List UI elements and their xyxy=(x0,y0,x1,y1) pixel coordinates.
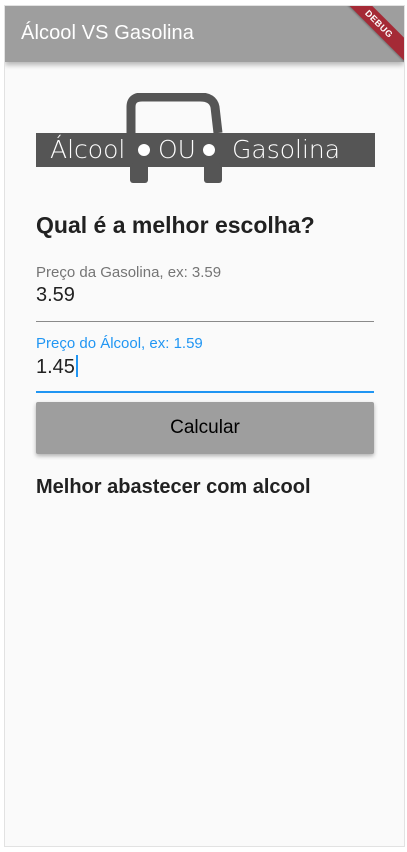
gasolina-price-value[interactable]: 3.59 xyxy=(36,284,75,307)
alcool-price-input[interactable]: 1.45 xyxy=(36,355,78,379)
logo-word-alcool: Álcool xyxy=(50,135,126,164)
alcool-price-underline xyxy=(36,391,374,393)
alcool-price-label: Preço do Álcool, ex: 1.59 xyxy=(36,335,203,352)
gasolina-price-label: Preço da Gasolina, ex: 3.59 xyxy=(36,264,222,281)
gasolina-price-underline xyxy=(36,321,374,322)
form-heading: Qual é a melhor escolha? xyxy=(36,212,315,238)
text-caret xyxy=(75,355,78,377)
logo-word-gasolina: Gasolina xyxy=(232,135,341,164)
app-screen: Álcool VS Gasolina DEBUG Álcool OU Gasol… xyxy=(4,5,405,847)
alcool-price-value: 1.45 xyxy=(36,356,75,378)
result-text: Melhor abastecer com alcool xyxy=(36,476,311,498)
gasolina-price-field[interactable]: Preço da Gasolina, ex: 3.59 3.59 xyxy=(36,264,374,324)
logo-word-ou: OU xyxy=(158,135,196,164)
app-bar-title: Álcool VS Gasolina xyxy=(21,22,195,44)
alcool-price-field[interactable]: Preço do Álcool, ex: 1.59 1.45 xyxy=(36,335,374,395)
car-logo: Álcool OU Gasolina xyxy=(36,92,375,183)
calculate-button[interactable]: Calcular xyxy=(36,402,374,454)
app-bar: Álcool VS Gasolina xyxy=(5,6,404,62)
